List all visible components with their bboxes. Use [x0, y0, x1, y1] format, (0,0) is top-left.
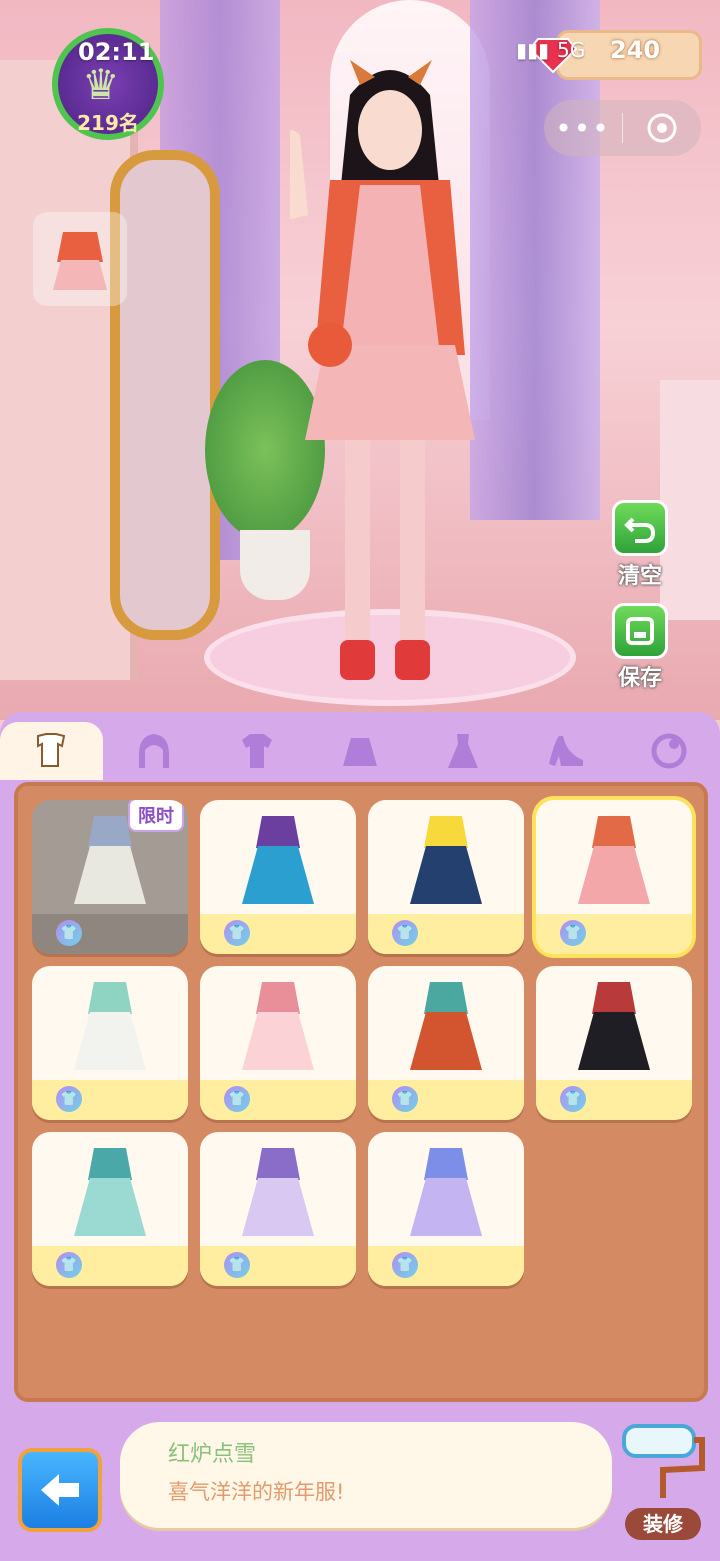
- status-time: 02:11: [78, 38, 155, 66]
- high-heel-icon: [548, 736, 583, 766]
- outfit-item-card[interactable]: 👕: [32, 1132, 188, 1286]
- save-label: 保存: [617, 666, 662, 691]
- skirt-icon: [343, 738, 377, 766]
- shirt-icon: 👕: [224, 920, 250, 946]
- limited-time-badge: 限时: [128, 800, 184, 832]
- clear-label: 清空: [617, 564, 662, 589]
- outfit-item-card[interactable]: 👕: [200, 966, 356, 1120]
- outfit-preview-image: [74, 982, 146, 1070]
- outfit-item-card[interactable]: 👕: [536, 966, 692, 1120]
- dress-icon: [447, 734, 478, 768]
- outfit-icon: [37, 733, 66, 767]
- miniprogram-capsule: •••: [544, 100, 701, 156]
- shirt-icon: [242, 734, 273, 768]
- outfit-item-card[interactable]: 👕: [200, 800, 356, 954]
- accessory-icon: [651, 733, 687, 769]
- current-outfit-thumbnail[interactable]: [33, 212, 127, 306]
- outfit-item-card[interactable]: 👕: [368, 966, 524, 1120]
- outfit-preview-image: [410, 816, 482, 904]
- outfit-preview-image: [410, 1148, 482, 1236]
- more-dots-icon[interactable]: •••: [544, 112, 622, 145]
- outfit-item-card[interactable]: 👕: [368, 1132, 524, 1286]
- outfit-item-card[interactable]: 👕: [32, 966, 188, 1120]
- network-label: 5G: [557, 38, 586, 62]
- undo-icon: [624, 517, 656, 543]
- shirt-icon: 👕: [392, 1086, 418, 1112]
- tab-skirt[interactable]: [309, 722, 412, 780]
- outfit-preview-image: [242, 816, 314, 904]
- save-icon: [626, 617, 654, 645]
- outfit-preview-image: [578, 816, 650, 904]
- shirt-icon: 👕: [56, 1252, 82, 1278]
- shirt-icon: 👕: [392, 920, 418, 946]
- shirt-icon: 👕: [560, 1086, 586, 1112]
- outfit-preview-image: [578, 982, 650, 1070]
- tab-top[interactable]: [206, 722, 309, 780]
- outfit-preview-image: [74, 1148, 146, 1236]
- save-button[interactable]: [612, 603, 668, 659]
- tab-hair[interactable]: [103, 722, 206, 780]
- rank-label: 219名: [77, 111, 139, 135]
- shirt-icon: 👕: [560, 920, 586, 946]
- outfit-text: 喜气洋洋的新年服!: [168, 1480, 345, 1504]
- paint-roller-icon[interactable]: [618, 1418, 708, 1506]
- outfit-preview-image: [410, 982, 482, 1070]
- outfit-description: 红炉点雪 喜气洋洋的新年服!: [120, 1422, 612, 1528]
- item-grid: 👕 限时 👕 👕 👕 👕 👕 👕 👕 👕 👕 👕: [14, 782, 708, 1402]
- outfit-preview-image: [242, 982, 314, 1070]
- category-tabs: [0, 720, 720, 782]
- dress-up-button[interactable]: 装修: [625, 1508, 701, 1540]
- gem-count: 240: [610, 36, 661, 64]
- clear-button[interactable]: [612, 500, 668, 556]
- shirt-icon: 👕: [392, 1252, 418, 1278]
- outfit-name: 红炉点雪: [168, 1442, 257, 1467]
- target-icon[interactable]: [623, 112, 701, 144]
- outfit-item-card[interactable]: 👕: [536, 800, 692, 954]
- status-right: ▮▮▮ 5G: [516, 38, 585, 62]
- character-avatar[interactable]: [290, 55, 490, 695]
- tab-shoes[interactable]: [514, 722, 617, 780]
- tab-outfit-set[interactable]: [0, 722, 103, 780]
- crown-icon: ♛: [82, 60, 120, 109]
- shirt-icon: 👕: [56, 1086, 82, 1112]
- tab-accessory[interactable]: [617, 722, 720, 780]
- outfit-preview-image: [242, 1148, 314, 1236]
- outfit-item-card[interactable]: 👕 限时: [32, 800, 188, 954]
- hair-icon: [139, 734, 170, 768]
- shirt-icon: 👕: [56, 920, 82, 946]
- outfit-item-card[interactable]: 👕: [368, 800, 524, 954]
- signal-icon: ▮▮▮: [516, 38, 550, 62]
- arrow-left-icon: [41, 1474, 79, 1506]
- shirt-icon: 👕: [224, 1252, 250, 1278]
- back-button[interactable]: [18, 1448, 102, 1532]
- tab-dress[interactable]: [411, 722, 514, 780]
- shirt-icon: 👕: [224, 1086, 250, 1112]
- outfit-item-card[interactable]: 👕: [200, 1132, 356, 1286]
